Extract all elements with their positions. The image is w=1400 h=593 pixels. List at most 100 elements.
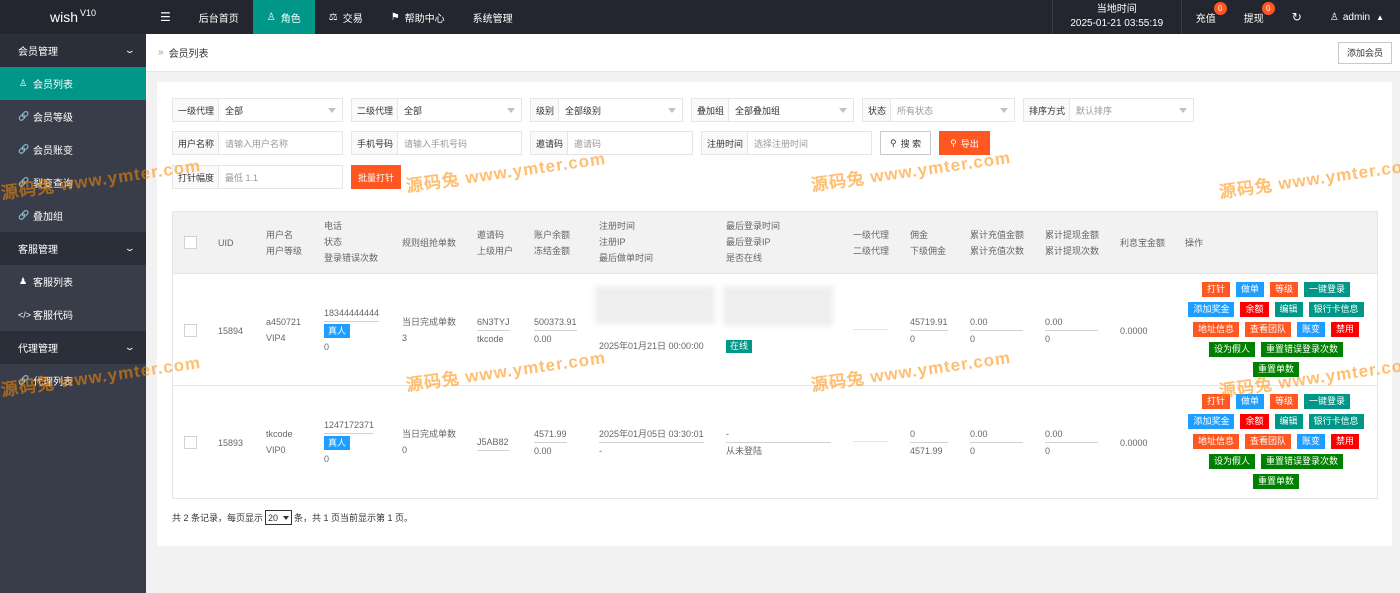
hit-button[interactable]: 打针 xyxy=(1201,282,1230,297)
nav-help[interactable]: ⚑ 帮助中心 xyxy=(377,0,459,34)
hamburger-icon[interactable]: ☰ xyxy=(146,0,185,34)
filter-placeholder: 所有状态 xyxy=(897,105,934,116)
filter-label: 排序方式 xyxy=(1024,99,1071,121)
nav-system[interactable]: 系统管理 xyxy=(459,0,527,34)
reset-login-errors-button[interactable]: 重置错误登录次数 xyxy=(1261,454,1344,469)
sidebar-group-service[interactable]: 客服管理 ⌄ xyxy=(0,232,146,265)
filter-value: 全部级别 xyxy=(565,105,602,116)
phone: 18344444444 xyxy=(324,305,380,322)
select-all-checkbox[interactable] xyxy=(184,236,197,249)
ban-button[interactable]: 禁用 xyxy=(1331,322,1360,337)
batch-hit-button[interactable]: 批量打针 xyxy=(351,165,402,189)
edit-button[interactable]: 编辑 xyxy=(1274,302,1303,317)
one-click-login-button[interactable]: 一键登录 xyxy=(1304,394,1351,409)
level2-agent-select[interactable]: 二级代理 全部 xyxy=(351,98,522,122)
sidebar-item-stack-group[interactable]: 🔗 叠加组 xyxy=(0,199,146,232)
sidebar-item-member-ledger[interactable]: 🔗 会员账变 xyxy=(0,133,146,166)
one-click-login-button[interactable]: 一键登录 xyxy=(1304,282,1351,297)
sidebar-item-member-grade[interactable]: 🔗 会员等级 xyxy=(0,100,146,133)
ban-button[interactable]: 禁用 xyxy=(1331,434,1360,449)
time-label: 当地时间 xyxy=(1096,4,1137,15)
sidebar-item-fission[interactable]: 🔗 裂变查询 xyxy=(0,166,146,199)
pagination: 共 2 条记录，每页显示 20 条，共 1 页当前显示第 1 页。 xyxy=(172,510,413,525)
rule-label: 当日完成单数 xyxy=(402,429,457,439)
edit-button[interactable]: 编辑 xyxy=(1274,414,1303,429)
nav-dashboard[interactable]: 后台首页 xyxy=(185,0,253,34)
hit-range-field[interactable]: 打针幅度 最低 1.1 xyxy=(172,165,343,189)
cell-uid: 15893 xyxy=(218,438,244,448)
view-team-button[interactable]: 查看团队 xyxy=(1244,434,1291,449)
cell-login: - 从未登陆 xyxy=(726,426,831,459)
level1-agent-select[interactable]: 一级代理 全部 xyxy=(172,98,343,122)
stack-group-select[interactable]: 叠加组 全部叠加组 xyxy=(691,98,854,122)
cell-rule: 当日完成单数 0 xyxy=(402,426,456,458)
register-time-field[interactable]: 注册时间 选择注册时间 xyxy=(701,131,872,155)
chevron-down-icon: ⌄ xyxy=(124,342,137,352)
table-header: UID 用户名 用户等级 电话 状态 登录错误次数 规则组抢单数 邀请码 上级用户 账户… xyxy=(173,212,1377,274)
sidebar-group-agents[interactable]: 代理管理 ⌄ xyxy=(0,331,146,364)
balance-button[interactable]: 余额 xyxy=(1240,302,1269,317)
add-bonus-button[interactable]: 添加奖金 xyxy=(1188,414,1235,429)
row-checkbox[interactable] xyxy=(184,324,197,337)
make-order-button[interactable]: 做单 xyxy=(1235,282,1264,297)
view-team-button[interactable]: 查看团队 xyxy=(1244,322,1291,337)
sidebar-group-members[interactable]: 会员管理 ⌄ xyxy=(0,34,146,67)
filter-label: 注册时间 xyxy=(702,132,749,154)
rule-label: 当日完成单数 xyxy=(402,317,457,327)
filter-label: 邀请码 xyxy=(531,132,569,154)
admin-menu[interactable]: ♙ admin ▲ xyxy=(1316,0,1400,34)
withdraw-button[interactable]: 提现 0 xyxy=(1230,0,1278,34)
hit-button[interactable]: 打针 xyxy=(1201,394,1230,409)
nav-dashboard-label: 后台首页 xyxy=(198,13,239,25)
nav-role-label: 角色 xyxy=(280,13,301,25)
phone-field[interactable]: 手机号码 请输入手机号码 xyxy=(351,131,522,155)
header-text: 注册时间 xyxy=(599,221,636,231)
address-button[interactable]: 地址信息 xyxy=(1192,322,1239,337)
ledger-button[interactable]: 账变 xyxy=(1297,322,1326,337)
grade-select[interactable]: 级别 全部级别 xyxy=(530,98,683,122)
cell-contact: 1247172371 真人 0 xyxy=(324,417,375,467)
register-time: 2025年01月05日 03:30:01 xyxy=(599,426,704,443)
cell-withdraw: 0.00 0 xyxy=(1045,426,1098,459)
username-field[interactable]: 用户名称 请输入用户名称 xyxy=(172,131,343,155)
row-checkbox[interactable] xyxy=(184,436,197,449)
grade-button[interactable]: 等级 xyxy=(1270,282,1299,297)
sidebar-item-agent-list[interactable]: 🔗 代理列表 xyxy=(0,364,146,397)
ledger-button[interactable]: 账变 xyxy=(1297,434,1326,449)
add-member-button[interactable]: 添加会员 xyxy=(1337,41,1392,64)
pager-suffix: 条，共 1 页当前显示第 1 页。 xyxy=(294,513,414,523)
status-select[interactable]: 状态 所有状态 xyxy=(862,98,1015,122)
bank-card-button[interactable]: 银行卡信息 xyxy=(1308,302,1364,317)
sort-select[interactable]: 排序方式 默认排序 xyxy=(1023,98,1194,122)
nav-trade[interactable]: ⚖ 交易 xyxy=(315,0,377,34)
refresh-icon[interactable]: ↻ xyxy=(1278,0,1316,34)
sidebar-item-member-list[interactable]: ♙ 会员列表 xyxy=(0,67,146,100)
invite-code: 6N3TYJ xyxy=(477,314,510,331)
export-button[interactable]: ⚲ 导出 xyxy=(939,131,990,155)
address-button[interactable]: 地址信息 xyxy=(1192,434,1239,449)
header-text: 账户余额 xyxy=(534,230,571,240)
bank-card-button[interactable]: 银行卡信息 xyxy=(1308,414,1364,429)
sidebar-item-service-list[interactable]: ♟ 客服列表 xyxy=(0,265,146,298)
reset-orders-button[interactable]: 重置单数 xyxy=(1252,474,1299,489)
app-logo[interactable]: wish V10 xyxy=(0,0,146,34)
recharge-button[interactable]: 充值 0 xyxy=(1182,0,1230,34)
add-bonus-button[interactable]: 添加奖金 xyxy=(1188,302,1235,317)
invite-code-field[interactable]: 邀请码 邀请码 xyxy=(530,131,693,155)
nav-system-label: 系统管理 xyxy=(472,13,513,25)
page-size-select[interactable]: 20 xyxy=(265,510,293,525)
balance-button[interactable]: 余额 xyxy=(1240,414,1269,429)
set-fake-button[interactable]: 设为假人 xyxy=(1208,454,1255,469)
make-order-button[interactable]: 做单 xyxy=(1235,394,1264,409)
sidebar-item-label: 会员等级 xyxy=(33,113,73,124)
cell-user: a450721 VIP4 xyxy=(266,314,301,346)
nav-role[interactable]: ♙ 角色 xyxy=(252,0,315,34)
reset-login-errors-button[interactable]: 重置错误登录次数 xyxy=(1261,342,1344,357)
set-fake-button[interactable]: 设为假人 xyxy=(1208,342,1255,357)
grade-button[interactable]: 等级 xyxy=(1270,394,1299,409)
sidebar-item-service-code[interactable]: </> 客服代码 xyxy=(0,298,146,331)
header-text: 一级代理 xyxy=(853,230,890,240)
search-button[interactable]: ⚲ 搜 索 xyxy=(880,131,932,155)
last-order-time: - xyxy=(599,446,602,456)
reset-orders-button[interactable]: 重置单数 xyxy=(1252,362,1299,377)
